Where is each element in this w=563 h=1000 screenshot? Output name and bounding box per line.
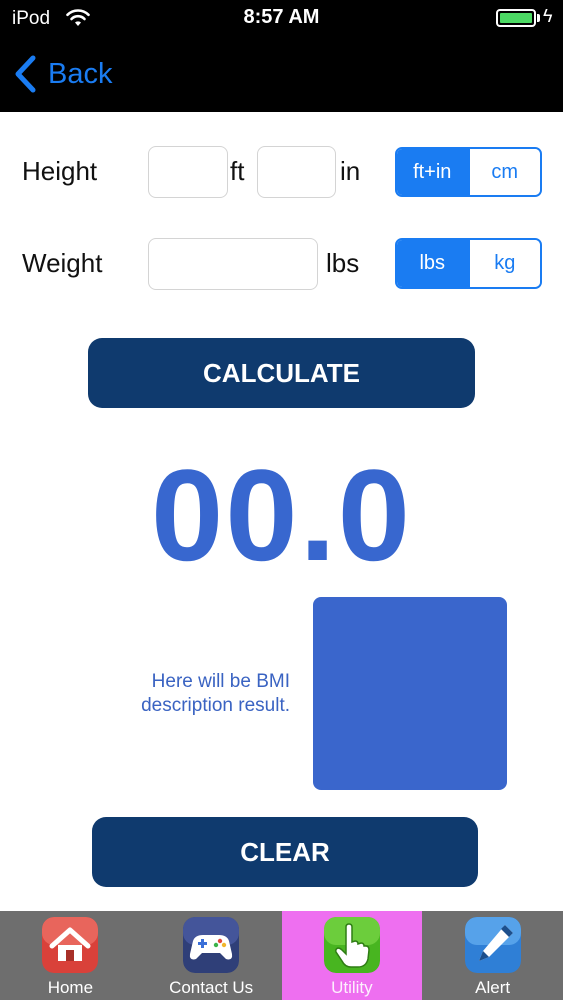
height-feet-unit: ft (230, 156, 245, 186)
weight-unit: lbs (326, 248, 360, 278)
battery-tip (537, 14, 540, 22)
tab-contact-us[interactable]: Contact Us (141, 911, 282, 1000)
tab-alert[interactable]: Alert (422, 911, 563, 1000)
battery-level (500, 13, 532, 23)
top-bar: iPod 8:57 AM ϟ Back (0, 0, 563, 112)
height-unit-switch: ft+in cm (395, 147, 542, 197)
height-label: Height (22, 156, 98, 186)
status-bar: iPod 8:57 AM ϟ (0, 0, 563, 38)
back-label: Back (48, 57, 113, 90)
tab-label: Contact Us (169, 978, 254, 997)
tab-utility[interactable]: Utility (281, 911, 423, 1000)
calculate-button[interactable]: CALCULATE (88, 338, 475, 408)
home-icon (42, 917, 99, 973)
status-time: 8:57 AM (243, 6, 320, 28)
tab-label: Alert (475, 978, 511, 997)
back-button[interactable]: Back (12, 54, 112, 94)
chevron-left-icon (15, 55, 36, 93)
height-unit-ft-in[interactable]: ft+in (397, 149, 468, 195)
tab-label: Home (47, 978, 94, 997)
hand-pointer-icon (323, 917, 380, 973)
bmi-category-swatch (313, 597, 507, 790)
weight-unit-switch: lbs kg (395, 238, 542, 289)
gamepad-icon (183, 917, 240, 973)
weight-label: Weight (22, 248, 103, 278)
height-inches-unit: in (340, 156, 361, 186)
clear-button[interactable]: CLEAR (92, 817, 478, 887)
pen-icon (464, 917, 521, 973)
bmi-description: Here will be BMI description result. (141, 671, 290, 716)
bmi-value: 00.0 (150, 442, 413, 588)
tab-home[interactable]: Home (0, 911, 141, 1000)
tab-label: Utility (331, 978, 373, 997)
height-inches-input[interactable] (257, 146, 336, 198)
height-feet-input[interactable] (148, 146, 228, 198)
height-unit-cm[interactable]: cm (467, 149, 540, 195)
weight-unit-kg[interactable]: kg (467, 240, 540, 287)
charging-bolt-icon: ϟ (543, 6, 553, 26)
tab-bar: Home Contact Us Utility Alert (0, 911, 563, 1000)
weight-unit-lbs[interactable]: lbs (397, 240, 468, 287)
battery-icon (496, 9, 536, 27)
weight-input[interactable] (148, 238, 318, 290)
